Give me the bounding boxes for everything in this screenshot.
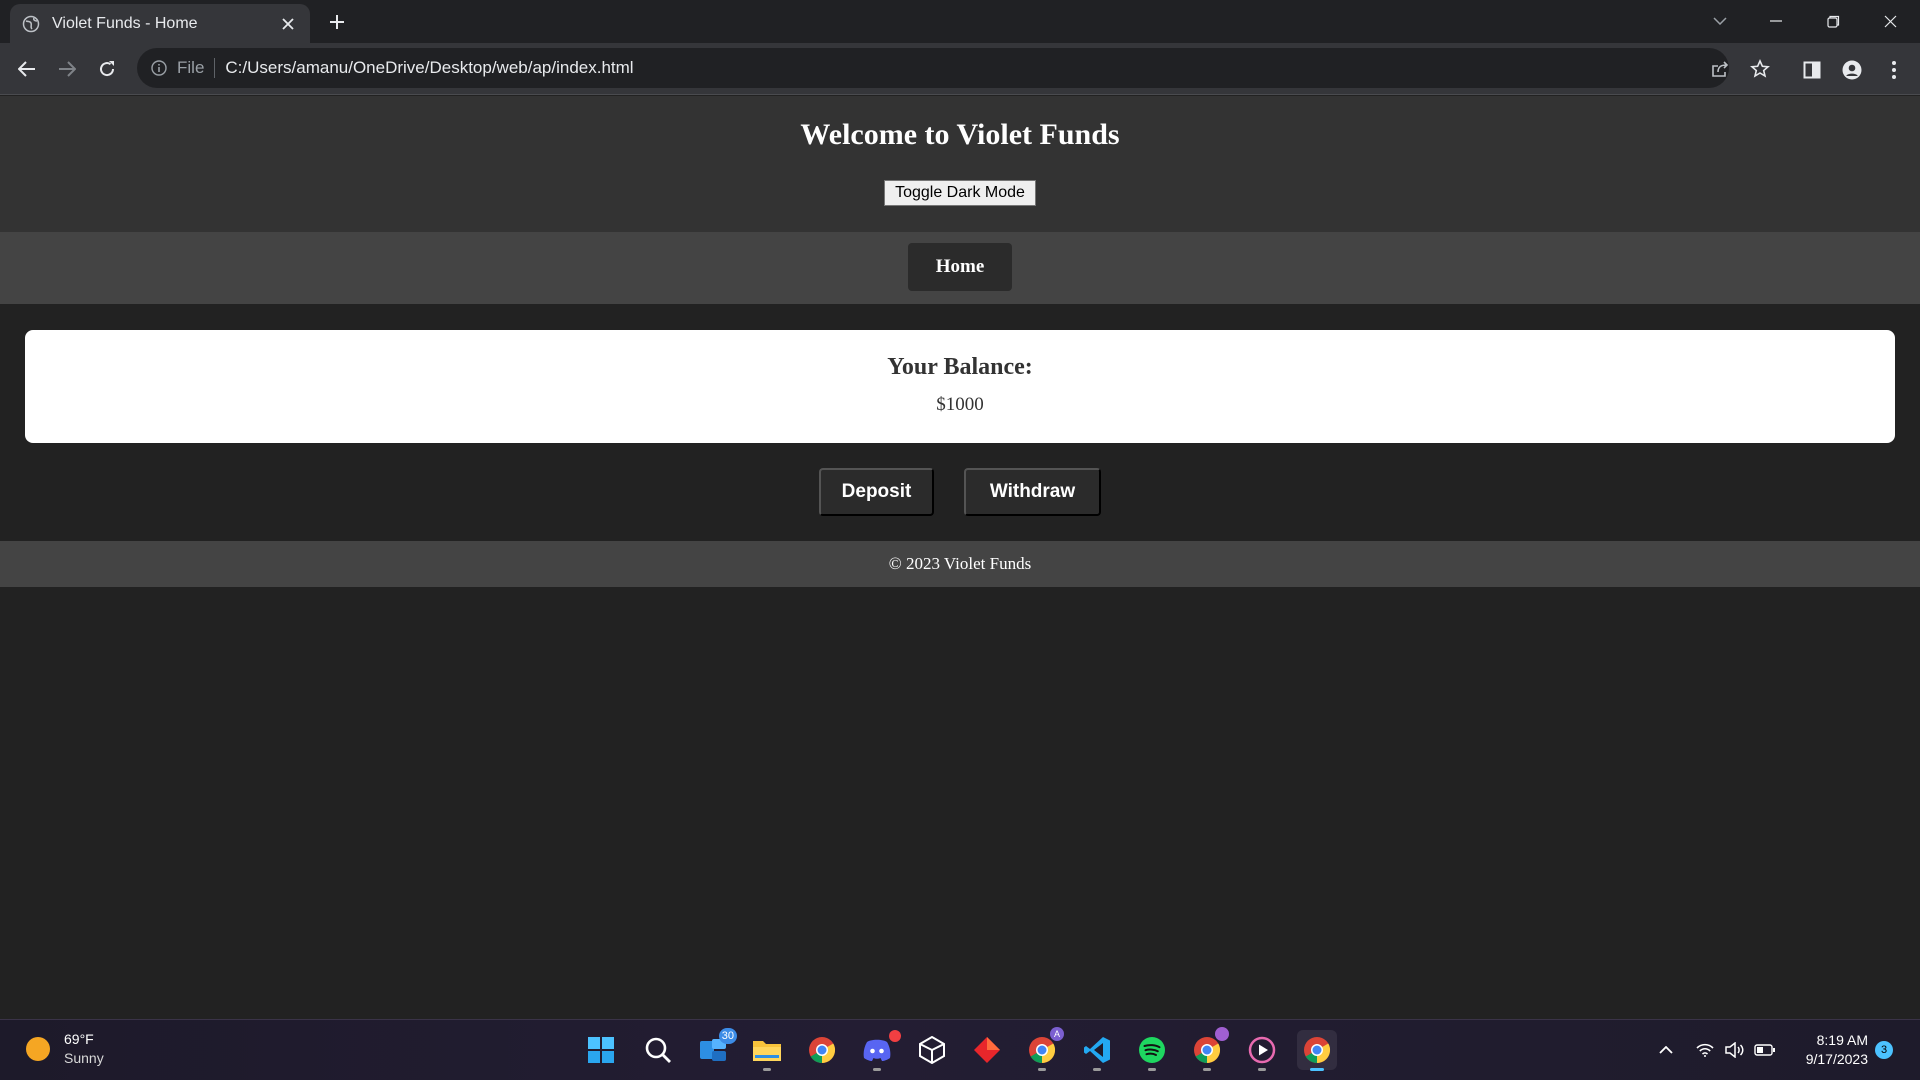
notification-badge[interactable]: 3 <box>1875 1041 1893 1059</box>
profile-icon[interactable] <box>1838 56 1866 84</box>
bookmark-star-icon[interactable] <box>1747 56 1773 82</box>
deposit-button[interactable]: Deposit <box>819 468 934 516</box>
running-indicator <box>1258 1068 1266 1071</box>
browser-tab[interactable]: Violet Funds - Home <box>10 4 310 43</box>
withdraw-button[interactable]: Withdraw <box>964 468 1101 516</box>
info-icon[interactable] <box>151 60 167 76</box>
wifi-icon[interactable] <box>1693 1038 1717 1062</box>
chrome-profile-icon[interactable]: A <box>1022 1027 1064 1071</box>
windows-start-icon[interactable] <box>581 1030 621 1070</box>
window-close-icon[interactable] <box>1870 6 1910 36</box>
spotify-icon[interactable] <box>1132 1030 1172 1071</box>
widgets-icon[interactable]: 30 <box>693 1028 737 1070</box>
discord-icon[interactable] <box>857 1030 901 1071</box>
active-indicator <box>1310 1068 1324 1071</box>
forward-arrow-icon[interactable] <box>53 55 81 83</box>
weather-temp: 69°F <box>64 1031 94 1047</box>
browser-toolbar: File C:/Users/amanu/OneDrive/Desktop/web… <box>0 43 1920 95</box>
address-bar[interactable]: File C:/Users/amanu/OneDrive/Desktop/web… <box>137 48 1770 88</box>
running-indicator <box>1148 1068 1156 1071</box>
web-page: Welcome to Violet Funds Toggle Dark Mode… <box>0 96 1920 1019</box>
battery-icon[interactable] <box>1753 1038 1777 1062</box>
search-icon[interactable] <box>638 1030 678 1070</box>
url-text[interactable]: C:/Users/amanu/OneDrive/Desktop/web/ap/i… <box>225 58 633 78</box>
running-indicator <box>763 1068 771 1071</box>
balance-card: Your Balance: $1000 <box>25 330 1895 443</box>
browser-tab-bar: Violet Funds - Home <box>0 0 1920 43</box>
chevron-up-icon[interactable] <box>1654 1038 1678 1062</box>
running-indicator <box>1038 1068 1046 1071</box>
file-explorer-icon[interactable] <box>747 1030 787 1071</box>
sun-icon <box>26 1037 50 1061</box>
chrome-icon[interactable] <box>802 1030 842 1070</box>
minimize-icon[interactable] <box>1756 6 1796 36</box>
media-player-icon[interactable] <box>1242 1030 1282 1071</box>
tab-title: Violet Funds - Home <box>52 14 198 32</box>
site-footer: © 2023 Violet Funds <box>0 541 1920 587</box>
balance-heading: Your Balance: <box>887 354 1033 380</box>
close-icon[interactable] <box>278 14 298 34</box>
url-scheme-label: File <box>177 58 216 78</box>
vscode-icon[interactable] <box>1077 1030 1117 1071</box>
page-title: Welcome to Violet Funds <box>800 118 1120 151</box>
unity-icon[interactable] <box>912 1030 952 1070</box>
profile-badge-icon <box>1215 1027 1229 1041</box>
volume-icon[interactable] <box>1723 1038 1747 1062</box>
profile-badge-icon: A <box>1050 1027 1064 1041</box>
discord-badge <box>889 1030 901 1042</box>
weather-condition: Sunny <box>64 1050 104 1066</box>
more-menu-icon[interactable] <box>1880 56 1908 84</box>
globe-icon <box>22 15 40 33</box>
tab-search-chevron-icon[interactable] <box>1700 6 1740 36</box>
toggle-dark-mode-button[interactable]: Toggle Dark Mode <box>884 180 1036 206</box>
new-tab-button[interactable] <box>325 10 349 34</box>
app-red-icon[interactable] <box>967 1030 1007 1070</box>
chrome-active-icon[interactable] <box>1297 1030 1337 1071</box>
reload-icon[interactable] <box>93 55 121 83</box>
system-clock[interactable]: 8:19 AM 9/17/2023 <box>1790 1031 1868 1069</box>
running-indicator <box>1093 1068 1101 1071</box>
back-arrow-icon[interactable] <box>13 55 41 83</box>
share-icon[interactable] <box>1707 56 1733 82</box>
chrome-profile2-icon[interactable] <box>1187 1027 1229 1071</box>
weather-widget[interactable]: 69°F Sunny <box>26 1030 104 1068</box>
taskbar: 69°F Sunny 30 A 8:19 AM 9/17/2023 3 <box>0 1019 1920 1080</box>
nav-home-link[interactable]: Home <box>908 243 1012 291</box>
running-indicator <box>873 1068 881 1071</box>
clock-date: 9/17/2023 <box>1805 1051 1868 1067</box>
widgets-badge: 30 <box>718 1028 737 1044</box>
site-nav: Home <box>0 232 1920 304</box>
balance-amount: $1000 <box>936 394 984 415</box>
side-panel-icon[interactable] <box>1798 56 1826 84</box>
running-indicator <box>1203 1068 1211 1071</box>
restore-icon[interactable] <box>1813 6 1853 36</box>
site-header: Welcome to Violet Funds Toggle Dark Mode <box>0 96 1920 232</box>
clock-time: 8:19 AM <box>1816 1032 1868 1048</box>
